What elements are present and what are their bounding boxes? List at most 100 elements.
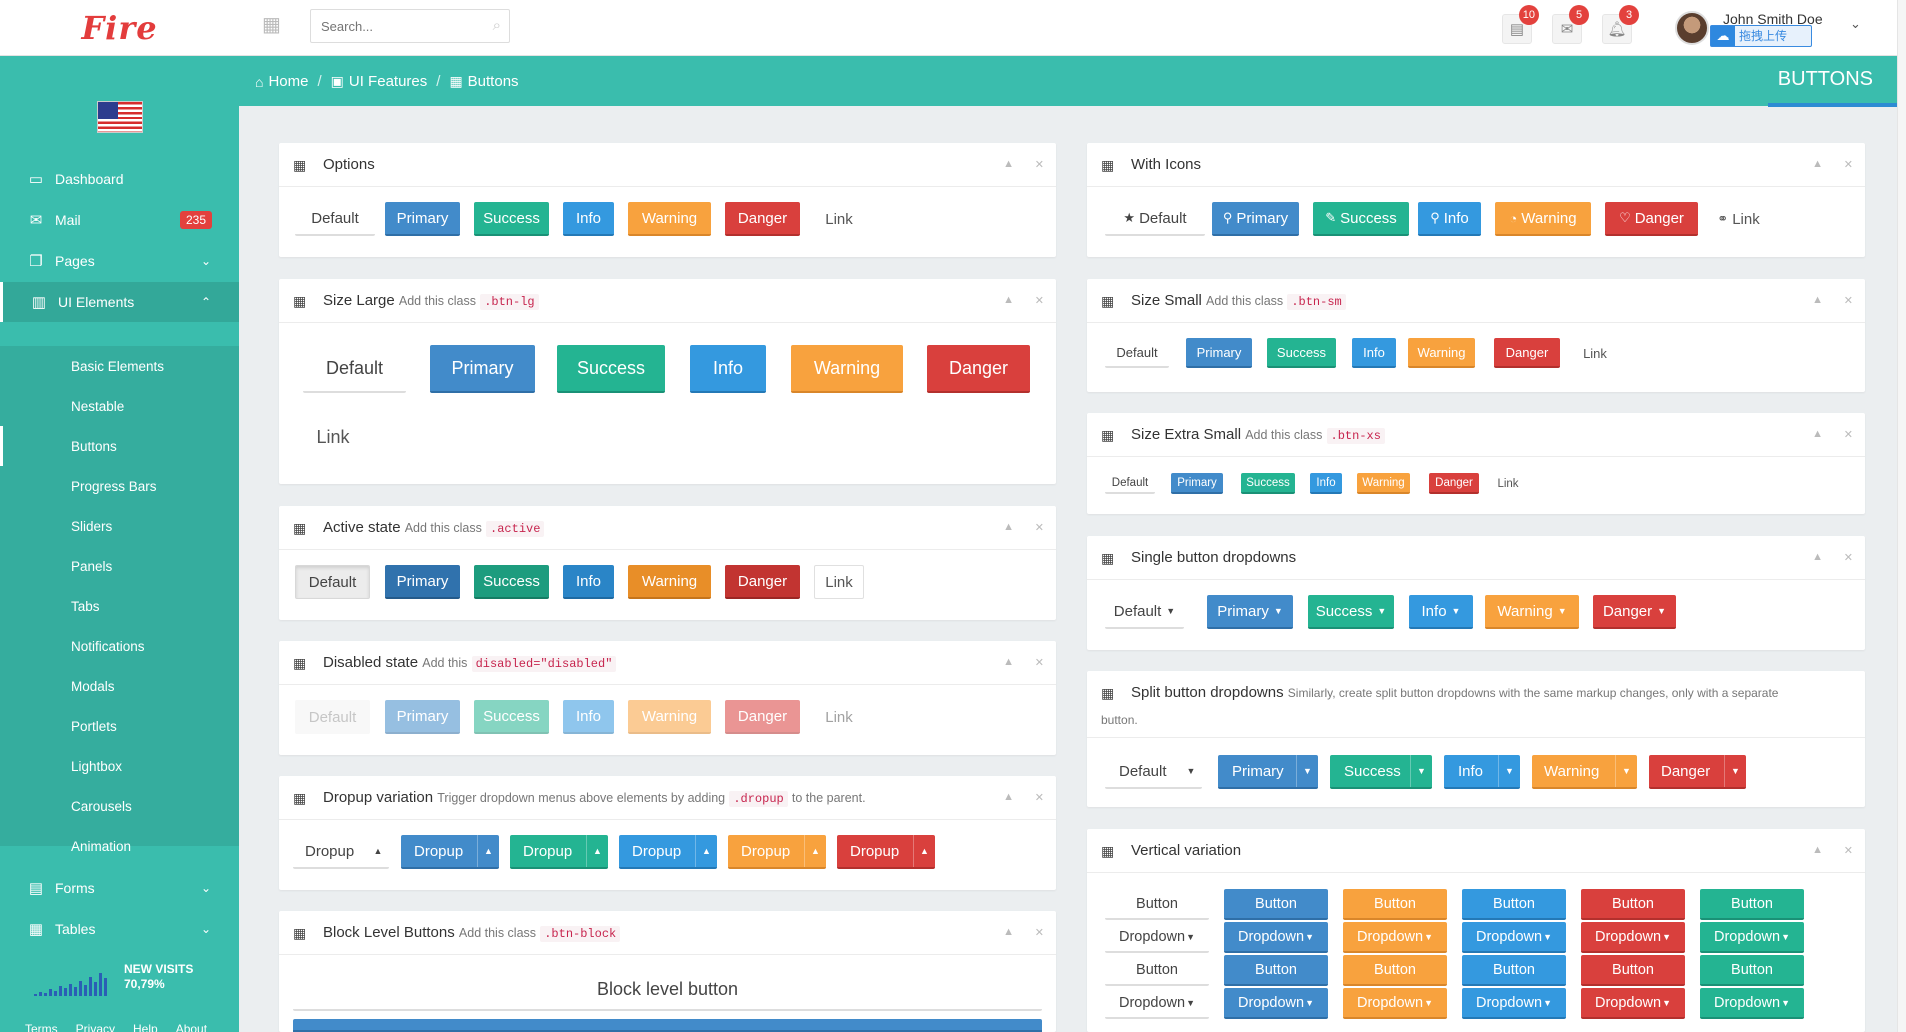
sidebar-item-forms[interactable]: ▤ Forms ⌄ (0, 868, 239, 908)
default-button-sm[interactable]: Default (1105, 338, 1169, 368)
caret-up-icon[interactable]: ▲ (586, 835, 608, 867)
close-icon[interactable]: ✕ (1844, 158, 1853, 171)
collapse-icon[interactable]: ▲ (1812, 844, 1823, 856)
vertical-dropdown-info[interactable]: Dropdown ▼ (1462, 922, 1566, 953)
default-button[interactable]: Default (295, 202, 375, 236)
mail-button[interactable]: ✉ 5 (1552, 5, 1589, 44)
vertical-button-danger[interactable]: Button (1581, 955, 1685, 986)
search-icon[interactable]: ⌕ (493, 17, 501, 34)
default-icon-button[interactable]: ★ Default (1105, 202, 1205, 236)
submenu-item[interactable]: Modals (0, 666, 239, 706)
vertical-button-default[interactable]: Button (1105, 889, 1209, 920)
collapse-icon[interactable]: ▲ (1812, 428, 1823, 440)
close-icon[interactable]: ✕ (1844, 428, 1853, 441)
link-button-lg[interactable]: Link (303, 413, 363, 461)
info-button-lg[interactable]: Info (690, 345, 766, 393)
caret-down-icon[interactable]: ▼ (1724, 755, 1746, 787)
caret-up-icon[interactable]: ▲ (477, 835, 499, 867)
submenu-item[interactable]: Basic Elements (0, 346, 239, 386)
primary-icon-button[interactable]: ⚲ Primary (1212, 202, 1299, 236)
dropup-danger-button[interactable]: Dropup ▲ (837, 835, 935, 869)
vertical-dropdown-danger[interactable]: Dropdown ▼ (1581, 988, 1685, 1019)
vertical-button-primary[interactable]: Button (1224, 889, 1328, 920)
warning-button-xs[interactable]: Warning (1357, 473, 1410, 494)
danger-button-active[interactable]: Danger (725, 565, 800, 599)
close-icon[interactable]: ✕ (1035, 656, 1044, 669)
submenu-item[interactable]: Nestable (0, 386, 239, 426)
block-primary-button[interactable] (293, 1019, 1042, 1032)
link-button-sm[interactable]: Link (1573, 338, 1617, 368)
success-icon-button[interactable]: ✎ Success (1313, 202, 1409, 236)
primary-button-lg[interactable]: Primary (430, 345, 535, 393)
info-button[interactable]: Info (563, 202, 614, 236)
dropdown-danger-button[interactable]: Danger ▼ (1593, 595, 1676, 629)
dropup-warning-button[interactable]: Dropup ▲ (728, 835, 826, 869)
sidebar-item-pages[interactable]: ❐ Pages ⌄ (0, 241, 239, 281)
vertical-dropdown-primary[interactable]: Dropdown ▼ (1224, 988, 1328, 1019)
submenu-item[interactable]: Tabs (0, 586, 239, 626)
split-warning-button[interactable]: Warning ▼ (1532, 755, 1637, 789)
split-default-button[interactable]: Default ▼ (1105, 755, 1202, 789)
caret-down-icon[interactable]: ▼ (1615, 755, 1637, 787)
vertical-button-success[interactable]: Button (1700, 955, 1804, 986)
dropdown-default-button[interactable]: Default ▼ (1105, 595, 1184, 629)
collapse-icon[interactable]: ▲ (1812, 294, 1823, 306)
vertical-dropdown-warning[interactable]: Dropdown ▼ (1343, 988, 1447, 1019)
warning-button[interactable]: Warning (628, 202, 711, 236)
collapse-icon[interactable]: ▲ (1812, 158, 1823, 170)
sidebar-item-tables[interactable]: ▦ Tables ⌄ (0, 909, 239, 949)
dropup-success-button[interactable]: Dropup ▲ (510, 835, 608, 869)
collapse-icon[interactable]: ▲ (1003, 294, 1014, 306)
collapse-icon[interactable]: ▲ (1812, 551, 1823, 563)
dropdown-primary-button[interactable]: Primary ▼ (1207, 595, 1293, 629)
collapse-icon[interactable]: ▲ (1003, 926, 1014, 938)
vertical-button-info[interactable]: Button (1462, 889, 1566, 920)
info-button-xs[interactable]: Info (1310, 473, 1342, 494)
warning-button-sm[interactable]: Warning (1408, 338, 1475, 368)
collapse-icon[interactable]: ▲ (1003, 158, 1014, 170)
chevron-down-icon[interactable]: ⌄ (1850, 16, 1861, 32)
footer-link-about[interactable]: About (176, 1022, 207, 1032)
messages-button[interactable]: ▤ 10 (1502, 5, 1539, 44)
close-icon[interactable]: ✕ (1844, 844, 1853, 857)
submenu-item[interactable]: Panels (0, 546, 239, 586)
danger-button-xs[interactable]: Danger (1429, 473, 1479, 494)
block-default-button[interactable]: Block level button (293, 969, 1042, 1011)
caret-up-icon[interactable]: ▲ (695, 835, 717, 867)
caret-up-icon[interactable]: ▲ (913, 835, 935, 867)
vertical-dropdown-info[interactable]: Dropdown ▼ (1462, 988, 1566, 1019)
link-icon-button[interactable]: ⚭ Link (1711, 202, 1766, 236)
sidebar-item-dashboard[interactable]: ▭ Dashboard (0, 159, 239, 199)
dropdown-success-button[interactable]: Success ▼ (1308, 595, 1394, 629)
avatar[interactable] (1675, 11, 1709, 45)
vertical-dropdown-warning[interactable]: Dropdown ▼ (1343, 922, 1447, 953)
danger-button-sm[interactable]: Danger (1494, 338, 1560, 368)
info-button-active[interactable]: Info (563, 565, 614, 599)
vertical-button-success[interactable]: Button (1700, 889, 1804, 920)
upload-widget[interactable]: ☁ 拖拽上传 (1710, 25, 1812, 47)
default-button-active[interactable]: Default (295, 565, 370, 599)
footer-link-help[interactable]: Help (133, 1022, 158, 1032)
vertical-button-warning[interactable]: Button (1343, 955, 1447, 986)
success-button-sm[interactable]: Success (1267, 338, 1336, 368)
caret-down-icon[interactable]: ▼ (1498, 755, 1520, 787)
info-icon-button[interactable]: ⚲ Info (1418, 202, 1481, 236)
submenu-item-active[interactable]: Buttons (0, 426, 239, 466)
success-button-lg[interactable]: Success (557, 345, 665, 393)
search-input[interactable] (311, 10, 471, 42)
primary-button-active[interactable]: Primary (385, 565, 460, 599)
close-icon[interactable]: ✕ (1844, 551, 1853, 564)
success-button-xs[interactable]: Success (1241, 473, 1295, 494)
info-button-sm[interactable]: Info (1352, 338, 1396, 368)
dropup-primary-button[interactable]: Dropup ▲ (401, 835, 499, 869)
vertical-dropdown-default[interactable]: Dropdown ▼ (1105, 922, 1209, 953)
close-icon[interactable]: ✕ (1035, 294, 1044, 307)
us-flag-icon[interactable] (97, 101, 143, 133)
caret-up-icon[interactable]: ▲ (367, 835, 389, 867)
split-primary-button[interactable]: Primary ▼ (1218, 755, 1318, 789)
link-button-xs[interactable]: Link (1490, 473, 1526, 494)
breadcrumb-home[interactable]: Home (268, 73, 308, 90)
close-icon[interactable]: ✕ (1035, 791, 1044, 804)
success-button-active[interactable]: Success (474, 565, 549, 599)
warning-button-active[interactable]: Warning (628, 565, 711, 599)
